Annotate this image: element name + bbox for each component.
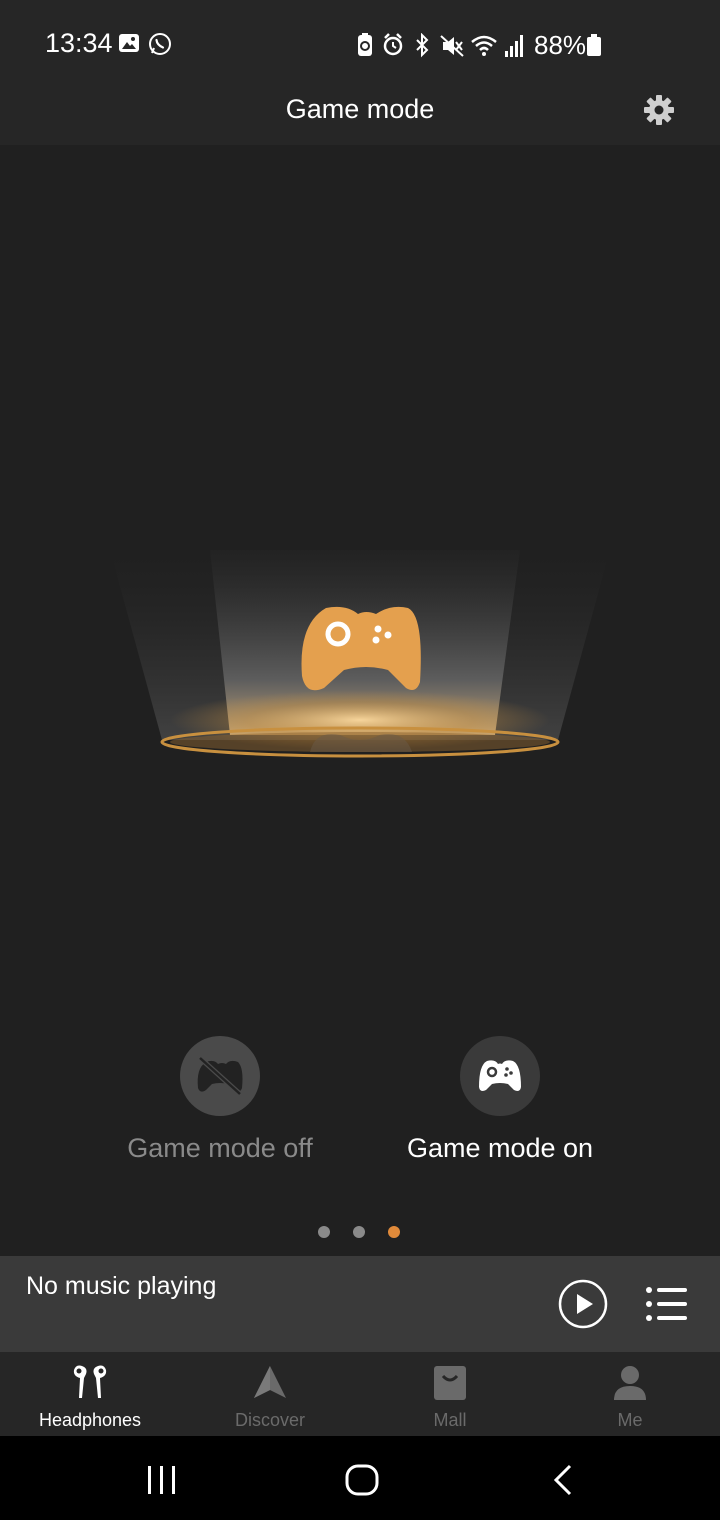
app-header: Game mode (0, 80, 720, 145)
gamepad-icon (479, 1060, 521, 1091)
play-icon[interactable] (558, 1279, 608, 1329)
shopping-bag-icon (434, 1366, 466, 1400)
nav-item-headphones[interactable]: Headphones (0, 1352, 180, 1436)
page-title: Game mode (285, 94, 435, 124)
mute-icon (440, 35, 464, 57)
system-navigation-bar (0, 1436, 720, 1520)
bluetooth-icon (416, 32, 429, 58)
back-icon[interactable] (544, 1460, 584, 1500)
status-right-icons (355, 32, 527, 64)
game-mode-on-button[interactable] (460, 1036, 540, 1116)
nav-item-me[interactable]: Me (540, 1352, 720, 1436)
home-icon[interactable] (342, 1460, 382, 1500)
whatsapp-icon (149, 33, 171, 55)
nav-label-headphones: Headphones (38, 1410, 142, 1430)
page-dot-active[interactable] (388, 1226, 400, 1238)
recent-apps-icon[interactable] (142, 1460, 182, 1500)
earbuds-icon (73, 1365, 107, 1398)
signal-icon (505, 35, 523, 57)
game-mode-off-option[interactable]: Game mode off (80, 1036, 360, 1164)
battery-icon (587, 34, 601, 56)
alarm-icon (383, 33, 403, 56)
mini-player[interactable]: No music playing (0, 1256, 720, 1352)
nav-item-discover[interactable]: Discover (180, 1352, 360, 1436)
nav-label-mall: Mall (433, 1410, 467, 1430)
person-icon (614, 1366, 646, 1400)
game-mode-on-option[interactable]: Game mode on (360, 1036, 640, 1164)
status-time: 13:34 (45, 28, 113, 58)
game-mode-off-button[interactable] (180, 1036, 260, 1116)
page-dot[interactable] (353, 1226, 365, 1238)
battery-percentage: 88% (534, 30, 587, 60)
status-bar: 13:34 88% (0, 0, 720, 80)
game-mode-illustration (100, 530, 620, 780)
gallery-icon (119, 34, 139, 52)
bottom-navigation: Headphones Discover Mall Me (0, 1352, 720, 1436)
game-mode-on-label: Game mode on (406, 1133, 594, 1163)
gamepad-disabled-icon (197, 1056, 243, 1096)
nav-item-mall[interactable]: Mall (360, 1352, 540, 1436)
discover-icon (254, 1366, 286, 1398)
player-status: No music playing (26, 1272, 217, 1300)
page-indicator (318, 1226, 400, 1238)
playlist-icon[interactable] (645, 1286, 689, 1322)
nav-label-me: Me (617, 1410, 643, 1430)
status-left-icons (118, 32, 172, 56)
page-dot[interactable] (318, 1226, 330, 1238)
wifi-icon (471, 35, 497, 56)
gear-icon[interactable] (642, 93, 676, 127)
nav-label-discover: Discover (234, 1410, 305, 1430)
game-mode-off-label: Game mode off (127, 1133, 313, 1163)
battery-saver-icon (358, 33, 372, 56)
